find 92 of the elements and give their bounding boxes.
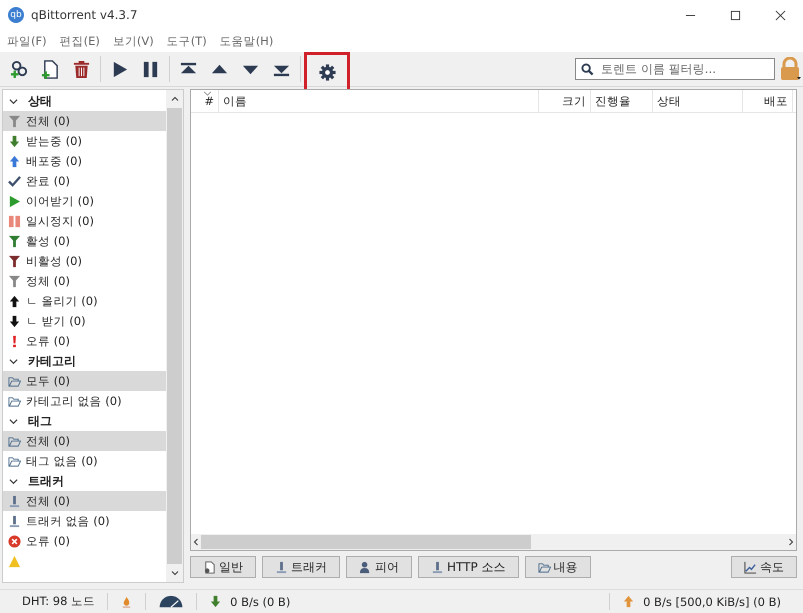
sort-indicator-icon <box>203 91 212 96</box>
trash-icon[interactable] <box>72 60 91 78</box>
sidebar-item[interactable]: 이어받기 (0) <box>3 191 166 211</box>
tracker-icon <box>431 560 444 574</box>
error-icon <box>8 534 21 548</box>
speedometer-icon[interactable] <box>158 595 184 608</box>
app-logo: qb <box>8 7 24 23</box>
column-header[interactable]: 크기 <box>562 94 586 108</box>
pause-icon <box>8 214 21 228</box>
check-icon <box>8 174 21 188</box>
sidebar-item[interactable]: 활성 (0) <box>3 231 166 251</box>
upload-arrow-icon <box>622 595 636 608</box>
sidebar-item[interactable]: 오류 (0) <box>3 331 166 351</box>
tracker-icon <box>8 514 21 528</box>
column-header[interactable]: # <box>204 94 214 108</box>
sidebar-item[interactable]: 정체 (0) <box>3 271 166 291</box>
sidebar-item[interactable]: 비활성 (0) <box>3 251 166 271</box>
line-chart-icon <box>744 560 757 574</box>
maximize-icon[interactable] <box>730 10 741 20</box>
folder-icon <box>8 434 21 448</box>
chevron-down-icon[interactable] <box>9 356 18 366</box>
up-arrow-icon <box>8 154 21 168</box>
detail-tab[interactable]: 내용 <box>524 556 591 578</box>
detail-tab[interactable]: 일반 <box>190 556 256 578</box>
horizontal-scrollbar[interactable] <box>191 534 796 550</box>
menu-item[interactable]: 도구(T) <box>162 34 212 48</box>
tracker-icon <box>275 560 288 574</box>
scroll-down-icon[interactable] <box>170 568 180 578</box>
detail-tab[interactable]: HTTP 소스 <box>418 556 519 578</box>
tracker-icon <box>8 494 21 508</box>
settings-icon[interactable] <box>318 62 336 82</box>
add-link-icon[interactable] <box>10 60 29 78</box>
section-title: 상태 <box>28 92 52 110</box>
column-header[interactable]: 이름 <box>223 94 247 108</box>
detail-tab[interactable]: 속도 <box>731 556 797 578</box>
menu-item[interactable]: 보기(V) <box>108 34 159 48</box>
column-header[interactable]: 배포 <box>764 94 788 108</box>
download-speed: 0 B/s (0 B) <box>230 594 290 608</box>
sidebar-item[interactable]: ㄴ 올리기 (0) <box>3 291 166 311</box>
folder-icon <box>8 374 21 388</box>
sidebar-item[interactable]: 받는중 (0) <box>3 131 166 151</box>
sidebar-item[interactable]: 전체 (0) <box>3 431 166 451</box>
folder-icon <box>8 454 21 468</box>
sidebar-item[interactable]: 완료 (0) <box>3 171 166 191</box>
menu-item[interactable]: 도움말(H) <box>214 34 278 48</box>
person-icon <box>359 560 372 574</box>
close-icon[interactable] <box>775 10 786 20</box>
menu-item[interactable]: 편집(E) <box>54 34 105 48</box>
chevron-down-icon[interactable] <box>9 416 18 426</box>
sidebar-item[interactable]: 모두 (0) <box>3 371 166 391</box>
folder-icon <box>8 394 21 408</box>
detail-tab[interactable]: 피어 <box>346 556 412 578</box>
down-arrow-icon <box>8 314 21 328</box>
search-icon <box>581 63 594 76</box>
folder-icon <box>538 560 551 574</box>
window-title: qBittorrent v4.3.7 <box>31 8 138 22</box>
chevron-down-icon[interactable] <box>9 96 18 106</box>
download-arrow-icon <box>209 595 222 608</box>
menu-item[interactable]: 파일(F) <box>2 34 52 48</box>
filter-icon <box>8 274 21 288</box>
upload-speed: 0 B/s [500,0 KiB/s] (0 B) <box>643 594 781 608</box>
sidebar-item[interactable]: 배포중 (0) <box>3 151 166 171</box>
sidebar-item[interactable]: 전체 (0) <box>3 491 166 511</box>
play-icon <box>8 194 21 208</box>
document-icon <box>203 560 216 574</box>
scroll-right-icon[interactable] <box>786 537 796 547</box>
sidebar-item[interactable]: 일시정지 (0) <box>3 211 166 231</box>
sidebar-item[interactable]: 전체 (0) <box>3 111 166 131</box>
add-file-icon[interactable] <box>41 60 60 78</box>
section-title: 태그 <box>28 412 52 430</box>
up-arrow-icon <box>8 294 21 308</box>
sidebar-item[interactable]: ㄴ 받기 (0) <box>3 311 166 331</box>
section-title: 카테고리 <box>28 352 76 370</box>
sidebar-item[interactable]: 태그 없음 (0) <box>3 451 166 471</box>
filter-icon <box>8 114 21 128</box>
pause-icon[interactable] <box>141 60 160 78</box>
sidebar-item[interactable]: 오류 (0) <box>3 531 166 551</box>
warning-icon <box>8 554 21 568</box>
column-header[interactable]: 상태 <box>657 94 681 108</box>
chevron-down-icon[interactable] <box>9 476 18 486</box>
filter-icon <box>8 234 21 248</box>
sidebar-item[interactable]: 트래커 없음 (0) <box>3 511 166 531</box>
section-title: 트래커 <box>28 472 64 490</box>
down-arrow-icon <box>8 134 21 148</box>
sidebar-item[interactable]: 카테고리 없음 (0) <box>3 391 166 411</box>
filter-icon <box>8 254 21 268</box>
scroll-left-icon[interactable] <box>191 537 201 547</box>
vertical-scrollbar[interactable] <box>166 90 183 582</box>
search-field[interactable]: 토렌트 이름 필터링... <box>575 58 775 80</box>
detail-tab[interactable]: 트래커 <box>262 556 340 578</box>
dht-status: DHT: 98 노드 <box>22 594 96 609</box>
column-header[interactable]: 진행율 <box>595 94 631 108</box>
